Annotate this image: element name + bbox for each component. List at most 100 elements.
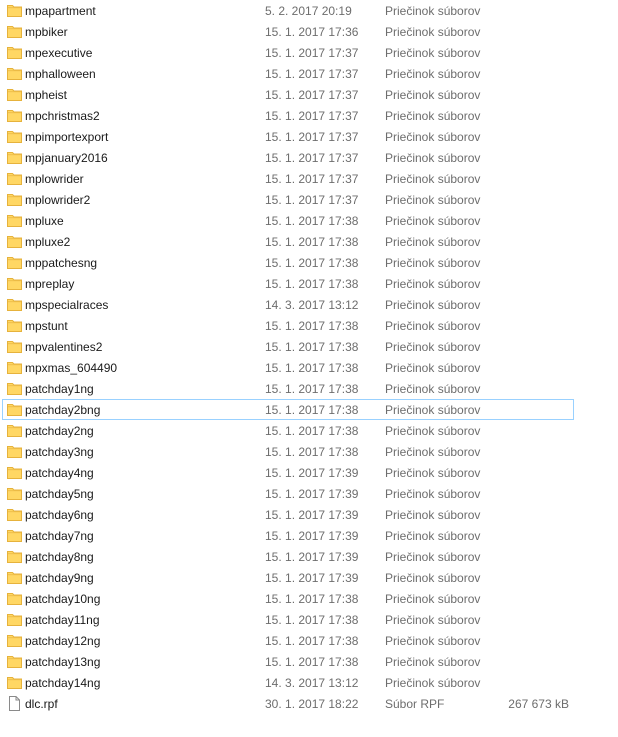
folder-row[interactable]: patchday1ng 15. 1. 2017 17:38 Priečinok sú… (2, 378, 574, 399)
folder-row[interactable]: patchday2ng 15. 1. 2017 17:38 Priečinok sú… (2, 420, 574, 441)
folder-icon (7, 46, 22, 59)
file-name: mpexecutive (25, 46, 93, 60)
folder-icon (7, 676, 22, 689)
file-type: Priečinok súborov (385, 613, 481, 627)
folder-row[interactable]: mpbiker 15. 1. 2017 17:36 Priečinok súboro… (2, 21, 574, 42)
folder-row[interactable]: patchday12ng 15. 1. 2017 17:38 Priečinok s… (2, 630, 574, 651)
date-modified: 30. 1. 2017 18:22 (265, 697, 359, 711)
folder-row[interactable]: mpjanuary2016 15. 1. 2017 17:37 Priečinok … (2, 147, 574, 168)
file-icon (7, 696, 22, 711)
file-type: Priečinok súborov (385, 25, 481, 39)
folder-row[interactable]: patchday10ng 15. 1. 2017 17:38 Priečinok s… (2, 588, 574, 609)
folder-row[interactable]: mphalloween 15. 1. 2017 17:37 Priečinok sú… (2, 63, 574, 84)
folder-row[interactable]: mpapartment 5. 2. 2017 20:19 Priečinok súb… (2, 0, 574, 21)
folder-row[interactable]: patchday3ng 15. 1. 2017 17:38 Priečinok sú… (2, 441, 574, 462)
file-name: mpspecialraces (25, 298, 109, 312)
folder-row[interactable]: mplowrider 15. 1. 2017 17:37 Priečinok súb… (2, 168, 574, 189)
file-name: mpheist (25, 88, 68, 102)
file-type: Priečinok súborov (385, 340, 481, 354)
folder-row[interactable]: mpvalentines2 15. 1. 2017 17:38 Priečinok … (2, 336, 574, 357)
folder-row[interactable]: patchday5ng 15. 1. 2017 17:39 Priečinok sú… (2, 483, 574, 504)
file-type: Priečinok súborov (385, 529, 481, 543)
folder-row[interactable]: mpreplay 15. 1. 2017 17:38 Priečinok súbor… (2, 273, 574, 294)
file-name: patchday11ng (25, 613, 100, 627)
folder-row[interactable]: patchday11ng 15. 1. 2017 17:38 Priečinok s… (2, 609, 574, 630)
folder-row[interactable]: mpstunt 15. 1. 2017 17:38 Priečinok súboro… (2, 315, 574, 336)
date-modified: 14. 3. 2017 13:12 (265, 676, 359, 690)
file-name: patchday1ng (25, 382, 94, 396)
folder-row[interactable]: patchday4ng 15. 1. 2017 17:39 Priečinok sú… (2, 462, 574, 483)
file-name: mppatchesng (25, 256, 98, 270)
folder-row[interactable]: patchday8ng 15. 1. 2017 17:39 Priečinok sú… (2, 546, 574, 567)
folder-row[interactable]: mpexecutive 15. 1. 2017 17:37 Priečinok sú… (2, 42, 574, 63)
date-modified: 15. 1. 2017 17:39 (265, 550, 359, 564)
folder-icon (7, 235, 22, 248)
date-modified: 5. 2. 2017 20:19 (265, 4, 352, 18)
file-type: Priečinok súborov (385, 382, 481, 396)
file-type: Priečinok súborov (385, 172, 481, 186)
file-type: Priečinok súborov (385, 67, 481, 81)
file-type: Súbor RPF (385, 697, 445, 711)
folder-icon (7, 487, 22, 500)
folder-row[interactable]: patchday9ng 15. 1. 2017 17:39 Priečinok sú… (2, 567, 574, 588)
file-type: Priečinok súborov (385, 214, 481, 228)
date-modified: 15. 1. 2017 17:37 (265, 109, 359, 123)
file-type: Priečinok súborov (385, 130, 481, 144)
folder-row[interactable]: patchday14ng 14. 3. 2017 13:12 Priečinok s… (2, 672, 574, 693)
file-name: patchday2bng (25, 403, 101, 417)
file-name: mpreplay (25, 277, 75, 291)
folder-icon (7, 4, 22, 17)
file-type: Priečinok súborov (385, 592, 481, 606)
file-name: patchday9ng (25, 571, 94, 585)
folder-row[interactable]: patchday13ng 15. 1. 2017 17:38 Priečinok s… (2, 651, 574, 672)
folder-row[interactable]: patchday2bng 15. 1. 2017 17:38 Priečinok s… (2, 399, 574, 420)
folder-row[interactable]: mpimportexport 15. 1. 2017 17:37 Priečinok… (2, 126, 574, 147)
folder-row[interactable]: mpluxe 15. 1. 2017 17:38 Priečinok súborov (2, 210, 574, 231)
date-modified: 15. 1. 2017 17:39 (265, 487, 359, 501)
file-name: patchday2ng (25, 424, 94, 438)
folder-icon (7, 634, 22, 647)
file-name: patchday7ng (25, 529, 94, 543)
folder-row[interactable]: mpluxe2 15. 1. 2017 17:38 Priečinok súboro… (2, 231, 574, 252)
folder-row[interactable]: mplowrider2 15. 1. 2017 17:37 Priečinok sú… (2, 189, 574, 210)
file-type: Priečinok súborov (385, 424, 481, 438)
folder-row[interactable]: mppatchesng 15. 1. 2017 17:38 Priečinok sú… (2, 252, 574, 273)
date-modified: 15. 1. 2017 17:38 (265, 256, 359, 270)
file-name: patchday3ng (25, 445, 94, 459)
file-type: Priečinok súborov (385, 319, 481, 333)
date-modified: 15. 1. 2017 17:39 (265, 466, 359, 480)
date-modified: 15. 1. 2017 17:39 (265, 529, 359, 543)
file-row[interactable]: dlc.rpf 30. 1. 2017 18:22 Súbor RPF 267 673… (2, 693, 574, 714)
folder-icon (7, 193, 22, 206)
file-type: Priečinok súborov (385, 4, 481, 18)
date-modified: 15. 1. 2017 17:37 (265, 46, 359, 60)
file-type: Priečinok súborov (385, 46, 481, 60)
file-name: patchday12ng (25, 634, 101, 648)
file-type: Priečinok súborov (385, 361, 481, 375)
file-type: Priečinok súborov (385, 466, 481, 480)
folder-row[interactable]: mpxmas_604490 15. 1. 2017 17:38 Priečinok … (2, 357, 574, 378)
date-modified: 15. 1. 2017 17:38 (265, 214, 359, 228)
file-type: Priečinok súborov (385, 676, 481, 690)
date-modified: 15. 1. 2017 17:37 (265, 193, 359, 207)
folder-icon (7, 319, 22, 332)
date-modified: 15. 1. 2017 17:38 (265, 634, 359, 648)
date-modified: 15. 1. 2017 17:39 (265, 571, 359, 585)
folder-row[interactable]: mpchristmas2 15. 1. 2017 17:37 Priečinok s… (2, 105, 574, 126)
folder-icon (7, 88, 22, 101)
folder-icon (7, 466, 22, 479)
folder-icon (7, 277, 22, 290)
file-name: patchday8ng (25, 550, 94, 564)
folder-row[interactable]: patchday6ng 15. 1. 2017 17:39 Priečinok sú… (2, 504, 574, 525)
folder-row[interactable]: mpspecialraces 14. 3. 2017 13:12 Priečinok… (2, 294, 574, 315)
date-modified: 15. 1. 2017 17:37 (265, 172, 359, 186)
file-name: patchday10ng (25, 592, 101, 606)
file-type: Priečinok súborov (385, 277, 481, 291)
folder-row[interactable]: patchday7ng 15. 1. 2017 17:39 Priečinok sú… (2, 525, 574, 546)
folder-icon (7, 130, 22, 143)
file-name: mpluxe2 (25, 235, 71, 249)
file-type: Priečinok súborov (385, 88, 481, 102)
date-modified: 15. 1. 2017 17:38 (265, 445, 359, 459)
folder-row[interactable]: mpheist 15. 1. 2017 17:37 Priečinok súboro… (2, 84, 574, 105)
date-modified: 15. 1. 2017 17:39 (265, 508, 359, 522)
